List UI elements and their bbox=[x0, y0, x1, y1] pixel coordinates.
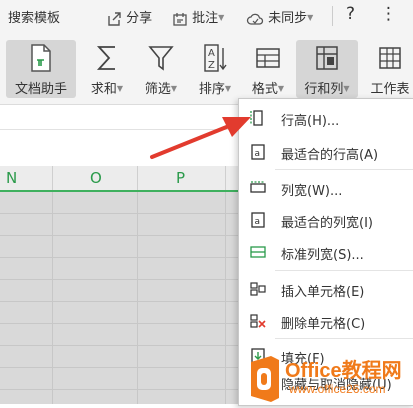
auto-row-height-icon: a bbox=[251, 144, 265, 160]
worksheet-icon bbox=[379, 47, 401, 69]
menu-item-auto-row-height[interactable]: a 最适合的行高(A) bbox=[239, 137, 413, 167]
cloud-icon bbox=[246, 13, 264, 25]
sum-button[interactable]: 求和▼ bbox=[82, 40, 132, 98]
document-helper-button[interactable]: 文档助手 bbox=[6, 40, 76, 98]
standard-width-icon bbox=[250, 246, 266, 258]
svg-text:a: a bbox=[255, 149, 261, 159]
column-width-icon bbox=[250, 181, 266, 193]
sigma-icon bbox=[96, 46, 115, 70]
menu-item-label: 行高(H)... bbox=[281, 114, 340, 129]
divider bbox=[332, 6, 333, 26]
format-icon bbox=[256, 48, 280, 68]
menu-separator bbox=[275, 270, 413, 271]
insert-cells-icon bbox=[250, 282, 266, 296]
column-header-p[interactable]: P bbox=[176, 169, 185, 187]
chevron-down-icon: ▼ bbox=[307, 13, 314, 22]
share-label: 分享 bbox=[126, 11, 153, 26]
sort-icon: AZ bbox=[204, 44, 227, 72]
column-divider bbox=[52, 166, 53, 190]
top-bar: 搜索模板 分享 批注▼ 未同步▼ ? ⋮ bbox=[0, 0, 413, 32]
svg-text:a: a bbox=[255, 217, 261, 227]
sync-status-button[interactable]: 未同步▼ bbox=[246, 7, 313, 27]
menu-item-auto-column-width[interactable]: a 最适合的列宽(I) bbox=[239, 205, 413, 235]
rows-columns-icon bbox=[316, 46, 338, 70]
column-divider bbox=[137, 166, 138, 190]
menu-item-column-width[interactable]: 列宽(W)... bbox=[239, 173, 413, 203]
filter-button[interactable]: 筛选▼ bbox=[136, 40, 186, 98]
column-divider bbox=[225, 166, 226, 190]
delete-cells-icon bbox=[250, 314, 266, 328]
menu-item-label: 最适合的行高(A) bbox=[281, 148, 379, 163]
chevron-down-icon: ▼ bbox=[343, 84, 350, 93]
comment-button[interactable]: 批注▼ bbox=[172, 7, 224, 27]
menu-separator bbox=[275, 338, 413, 339]
format-button[interactable]: 格式▼ bbox=[244, 40, 292, 98]
chevron-down-icon: ▼ bbox=[170, 84, 178, 93]
more-options-button[interactable]: ⋮ bbox=[380, 4, 397, 24]
auto-column-width-icon: a bbox=[251, 212, 265, 228]
menu-item-row-height[interactable]: 行高(H)... bbox=[239, 103, 413, 133]
help-button[interactable]: ? bbox=[346, 4, 355, 24]
comment-icon bbox=[173, 12, 187, 26]
sort-label: 排序 bbox=[198, 82, 225, 97]
rows-columns-label: 行和列 bbox=[304, 82, 344, 97]
comment-label: 批注 bbox=[192, 11, 219, 26]
menu-separator bbox=[275, 169, 413, 170]
chevron-down-icon: ▼ bbox=[116, 84, 124, 93]
worksheet-label: 工作表 bbox=[370, 82, 410, 97]
ribbon-toolbar: 文档助手 求和▼ 筛选▼ AZ 排序▼ 格式▼ 行和列▼ 工作表 bbox=[0, 32, 413, 105]
format-label: 格式 bbox=[251, 82, 278, 97]
column-header-o[interactable]: O bbox=[90, 169, 102, 187]
watermark-url: www.office26.com bbox=[289, 382, 386, 396]
filter-label: 筛选 bbox=[144, 82, 171, 97]
share-icon bbox=[108, 11, 121, 26]
svg-text:A: A bbox=[208, 48, 215, 59]
menu-item-standard-width[interactable]: 标准列宽(S)... bbox=[239, 237, 413, 267]
sum-label: 求和 bbox=[90, 82, 117, 97]
menu-item-delete-cells[interactable]: 删除单元格(C) bbox=[239, 306, 413, 336]
chevron-down-icon: ▼ bbox=[218, 13, 225, 22]
rows-columns-button[interactable]: 行和列▼ bbox=[296, 40, 358, 98]
document-helper-label: 文档助手 bbox=[14, 82, 67, 97]
template-search-link[interactable]: 搜索模板 bbox=[8, 7, 60, 26]
svg-text:Z: Z bbox=[208, 60, 215, 71]
row-height-icon bbox=[250, 110, 263, 126]
menu-item-label: 最适合的列宽(I) bbox=[281, 216, 373, 231]
menu-item-insert-cells[interactable]: 插入单元格(E) bbox=[239, 274, 413, 304]
menu-item-label: 列宽(W)... bbox=[281, 184, 343, 199]
menu-item-label: 标准列宽(S)... bbox=[281, 248, 364, 263]
menu-item-label: 删除单元格(C) bbox=[281, 317, 366, 332]
filter-icon bbox=[148, 46, 174, 71]
document-helper-icon bbox=[31, 44, 51, 72]
watermark: Office教程网 www.office26.com bbox=[245, 352, 413, 404]
watermark-brand: Office教程网 bbox=[285, 360, 402, 382]
share-button[interactable]: 分享 bbox=[106, 7, 152, 27]
column-header-n[interactable]: N bbox=[6, 169, 17, 187]
menu-item-label: 插入单元格(E) bbox=[281, 285, 365, 300]
worksheet-button[interactable]: 工作表 bbox=[364, 40, 413, 98]
chevron-down-icon: ▼ bbox=[277, 84, 285, 93]
chevron-down-icon: ▼ bbox=[224, 84, 232, 93]
sort-button[interactable]: AZ 排序▼ bbox=[190, 40, 240, 98]
sync-status-label: 未同步 bbox=[268, 11, 308, 26]
